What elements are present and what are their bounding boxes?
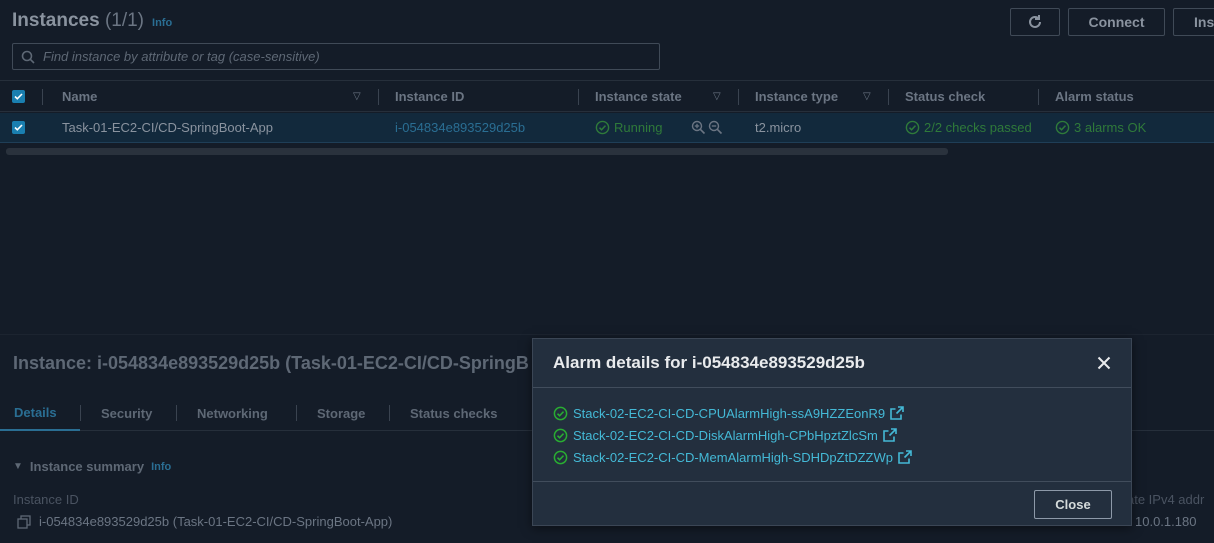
alarm-link-mem[interactable]: Stack-02-EC2-CI-CD-MemAlarmHigh-SDHDpZtD… xyxy=(573,450,893,465)
check-icon xyxy=(14,92,23,100)
copy-icon[interactable] xyxy=(17,514,31,529)
column-header-instance-type[interactable]: Instance type xyxy=(755,81,838,111)
refresh-button[interactable] xyxy=(1010,8,1060,36)
alarm-details-modal: Alarm details for i-054834e893529d25b St… xyxy=(532,338,1132,526)
modal-footer-divider xyxy=(533,481,1131,482)
zoom-controls xyxy=(691,113,723,142)
success-check-icon xyxy=(595,120,610,135)
table-header: Name ▽ Instance ID Instance state ▽ Inst… xyxy=(0,80,1214,112)
status-check: 2/2 checks passed xyxy=(905,113,1032,142)
external-link-icon[interactable] xyxy=(890,406,904,420)
instance-id-link[interactable]: i-054834e893529d25b xyxy=(395,113,525,142)
refresh-icon xyxy=(1029,15,1041,28)
success-check-icon xyxy=(905,120,920,135)
table-row[interactable]: Task-01-EC2-CI/CD-SpringBoot-App i-05483… xyxy=(0,113,1214,143)
tab-security[interactable]: Security xyxy=(101,395,152,431)
zoom-in-icon[interactable] xyxy=(691,120,706,135)
column-header-status-check[interactable]: Status check xyxy=(905,81,985,111)
row-checkbox[interactable] xyxy=(12,113,25,142)
horizontal-scrollbar[interactable] xyxy=(6,148,948,155)
instances-panel: Instances (1/1) Info Connect Ins Name ▽ … xyxy=(0,0,1214,334)
info-link[interactable]: Info xyxy=(152,17,172,29)
tab-storage[interactable]: Storage xyxy=(317,395,365,431)
tab-networking[interactable]: Networking xyxy=(197,395,268,431)
success-check-icon xyxy=(1055,120,1070,135)
close-icon[interactable] xyxy=(1094,353,1114,373)
instance-state: Running xyxy=(595,113,662,142)
alarm-list: Stack-02-EC2-CI-CD-CPUAlarmHigh-ssA9HZZE… xyxy=(553,402,912,468)
alarm-link-disk[interactable]: Stack-02-EC2-CI-CD-DiskAlarmHigh-CPbHpzt… xyxy=(573,428,878,443)
column-header-alarm-status[interactable]: Alarm status xyxy=(1055,81,1134,111)
column-header-instance-state[interactable]: Instance state xyxy=(595,81,682,111)
list-item: Stack-02-EC2-CI-CD-MemAlarmHigh-SDHDpZtD… xyxy=(553,446,912,468)
column-header-name[interactable]: Name xyxy=(62,81,97,111)
instance-summary-toggle[interactable]: ▼ Instance summary Info xyxy=(13,459,171,474)
select-all-checkbox[interactable] xyxy=(12,81,25,111)
alarm-status[interactable]: 3 alarms OK xyxy=(1055,113,1146,142)
instance-id-label: Instance ID xyxy=(13,492,79,507)
tab-status-checks[interactable]: Status checks xyxy=(410,395,497,431)
modal-header: Alarm details for i-054834e893529d25b xyxy=(533,339,1131,388)
external-link-icon[interactable] xyxy=(883,428,897,442)
zoom-out-icon[interactable] xyxy=(708,120,723,135)
filter-caret-icon[interactable]: ▽ xyxy=(713,81,721,111)
list-item: Stack-02-EC2-CI-CD-DiskAlarmHigh-CPbHpzt… xyxy=(553,424,912,446)
instance-type: t2.micro xyxy=(755,120,802,135)
success-check-icon xyxy=(553,450,568,464)
success-check-icon xyxy=(553,406,568,420)
private-ip-value: 10.0.1.180 xyxy=(1135,514,1197,529)
detail-title: Instance: i-054834e893529d25b (Task-01-E… xyxy=(13,353,529,373)
success-check-icon xyxy=(553,428,568,442)
connect-button[interactable]: Connect xyxy=(1068,8,1165,36)
instances-header: Instances (1/1) Info xyxy=(12,10,172,32)
page-title: Instances (1/1) xyxy=(12,10,145,31)
info-link[interactable]: Info xyxy=(151,461,171,473)
modal-title: Alarm details for i-054834e893529d25b xyxy=(553,353,865,372)
check-icon xyxy=(14,124,23,131)
column-header-instance-id[interactable]: Instance ID xyxy=(395,81,464,111)
instance-id-value: i-054834e893529d25b (Task-01-EC2-CI/CD-S… xyxy=(17,514,392,529)
filter-caret-icon[interactable]: ▽ xyxy=(863,81,871,111)
list-item: Stack-02-EC2-CI-CD-CPUAlarmHigh-ssA9HZZE… xyxy=(553,402,912,424)
search-field[interactable] xyxy=(12,43,660,70)
instance-count: (1/1) xyxy=(104,10,145,31)
instance-state-button[interactable]: Ins xyxy=(1173,8,1214,36)
tab-details[interactable]: Details xyxy=(0,395,80,431)
caret-down-icon: ▼ xyxy=(13,461,23,472)
search-input[interactable] xyxy=(43,49,643,64)
private-ip-label: ate IPv4 addr xyxy=(1127,492,1205,507)
close-button[interactable]: Close xyxy=(1034,490,1112,519)
filter-caret-icon[interactable]: ▽ xyxy=(353,81,361,111)
search-icon xyxy=(21,50,35,64)
instance-name: Task-01-EC2-CI/CD-SpringBoot-App xyxy=(62,120,273,135)
external-link-icon[interactable] xyxy=(898,450,912,464)
alarm-link-cpu[interactable]: Stack-02-EC2-CI-CD-CPUAlarmHigh-ssA9HZZE… xyxy=(573,406,885,421)
